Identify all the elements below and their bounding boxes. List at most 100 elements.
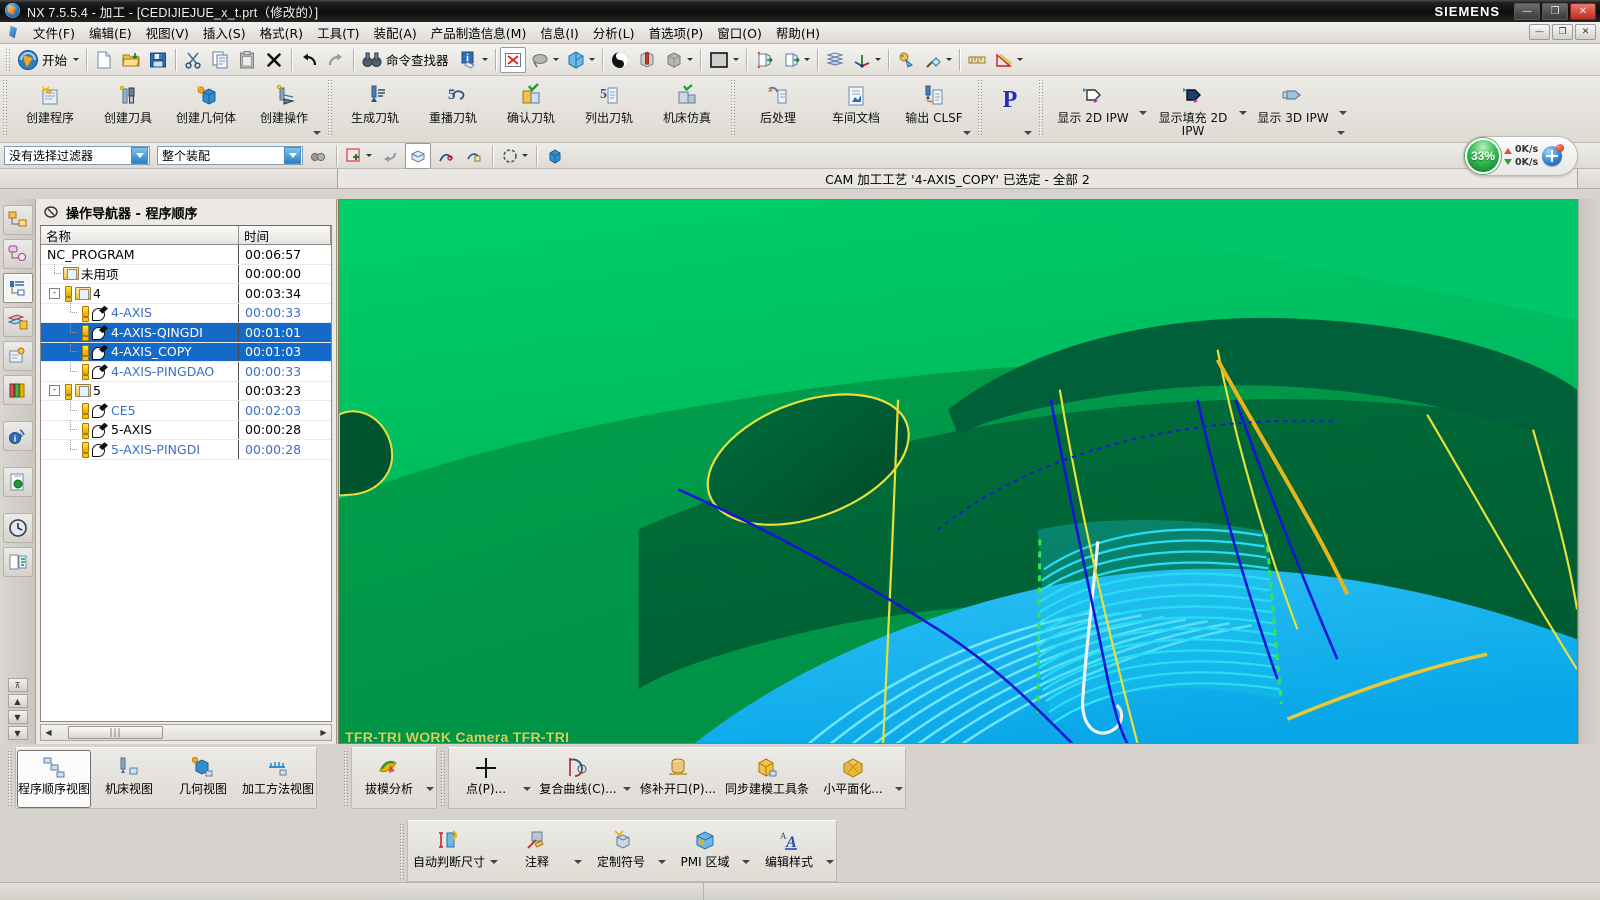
resource-html-help[interactable]	[2, 467, 33, 497]
start-menu-button[interactable]: 开始	[14, 47, 82, 73]
composite-curve-caret-icon[interactable]	[623, 787, 631, 791]
synchronous-modeling-button[interactable]: 同步建模工具条	[724, 750, 810, 808]
postprocess-button[interactable]: 后处理	[739, 78, 817, 136]
new-button[interactable]	[91, 47, 117, 73]
network-monitor-widget[interactable]: 33% 0K/s 0K/s	[1463, 136, 1578, 176]
table-row[interactable]: 4-AXIS 00:00:33	[41, 303, 331, 323]
measure-angle-button[interactable]	[991, 47, 1026, 73]
table-row[interactable]: -5 00:03:23	[41, 381, 331, 401]
scroll-left-arrow-icon[interactable]: ◀	[41, 725, 56, 740]
menu-view[interactable]: 视图(V)	[139, 20, 196, 45]
document-minimize-button[interactable]: —	[1529, 24, 1550, 40]
composite-curve-button[interactable]: 复合曲线(C)...	[534, 750, 622, 808]
program-order-view-button[interactable]: 程序顺序视图	[17, 750, 92, 808]
table-row[interactable]: 5-AXIS 00:00:28	[41, 420, 331, 440]
table-row[interactable]: -4 00:03:34	[41, 284, 331, 304]
faceting-caret-icon[interactable]	[895, 787, 904, 791]
document-close-button[interactable]: ✕	[1575, 24, 1596, 40]
machining-method-view-button[interactable]: 加工方法视图	[241, 750, 315, 808]
menu-pmi[interactable]: 产品制造信息(M)	[424, 20, 534, 45]
menu-tools[interactable]: 工具(T)	[310, 20, 366, 45]
pmi-region-caret-icon[interactable]	[742, 860, 750, 864]
layer-front-button[interactable]	[751, 47, 777, 73]
show-filled-2d-ipw-button[interactable]: 显示填充 2D IPW	[1147, 78, 1239, 138]
patch-opening-button[interactable]: 修补开口(P)...	[634, 750, 722, 808]
faceting-button[interactable]: 小平面化...	[812, 750, 894, 808]
create-operation-button[interactable]: 创建操作	[245, 78, 323, 136]
minimize-button[interactable]: —	[1514, 2, 1540, 20]
ipw-group-overflow-button[interactable]	[1337, 131, 1345, 135]
show-2d-ipw-button[interactable]: 显示 2D IPW	[1047, 78, 1139, 136]
face-rule-button[interactable]	[461, 143, 487, 169]
resource-history-clock[interactable]	[2, 513, 33, 543]
open-button[interactable]	[118, 47, 144, 73]
zoom-button[interactable]	[527, 47, 562, 73]
rotate-button[interactable]	[563, 47, 598, 73]
table-row[interactable]: 4-AXIS-PINGDAO 00:00:33	[41, 361, 331, 382]
fit-view-button[interactable]	[499, 46, 526, 73]
tree-node-name-cell[interactable]: 5-AXIS	[41, 420, 239, 439]
column-header-name[interactable]: 名称	[41, 226, 239, 244]
snap-point-button[interactable]	[405, 142, 431, 169]
resource-roles[interactable]	[2, 547, 33, 577]
add-feature-button[interactable]	[342, 143, 375, 169]
resource-history-palette[interactable]	[2, 375, 33, 405]
close-button[interactable]: ✕	[1570, 2, 1596, 20]
ribbon-grip-parallel[interactable]	[977, 79, 982, 137]
background-color-button[interactable]	[705, 47, 742, 73]
ribbon-grip-create[interactable]	[2, 79, 7, 137]
table-row[interactable]: 4-AXIS-QINGDI 00:01:01	[41, 322, 331, 343]
resource-web-browser[interactable]	[2, 341, 33, 371]
inferred-dimension-button[interactable]: 自动判断尺寸	[409, 823, 489, 881]
table-row[interactable]: CE5 00:02:03	[41, 400, 331, 421]
parallel-group-overflow-button[interactable]	[1024, 131, 1032, 135]
table-row[interactable]: 5-AXIS-PINGDI 00:00:28	[41, 439, 331, 460]
move-object-button[interactable]	[893, 47, 919, 73]
layer-settings-button[interactable]	[822, 47, 848, 73]
document-restore-button[interactable]: ❐	[1552, 24, 1573, 40]
scroll-bottom-button[interactable]: ▼	[7, 726, 28, 740]
tree-node-name-cell[interactable]: 4-AXIS-QINGDI	[41, 322, 239, 342]
wireframe-button[interactable]	[661, 47, 696, 73]
scrollbar-thumb[interactable]: |||	[68, 726, 163, 739]
tree-node-name-cell[interactable]: -5	[41, 381, 239, 400]
undo-button[interactable]	[296, 47, 322, 73]
ribbon-grip-output[interactable]	[730, 79, 735, 137]
inferred-dimension-caret-icon[interactable]	[490, 860, 498, 864]
custom-symbol-button[interactable]: 定制符号	[585, 823, 657, 881]
create-tool-button[interactable]: 创建刀具	[89, 78, 167, 136]
menu-analysis[interactable]: 分析(L)	[586, 20, 642, 45]
show-3d-ipw-button[interactable]: 显示 3D IPW	[1247, 78, 1339, 136]
machine-tool-view-button[interactable]: 机床视图	[93, 750, 165, 808]
pmi-toolbar-grip[interactable]	[399, 823, 404, 879]
wcs-button[interactable]	[849, 47, 884, 73]
table-row[interactable]: 4-AXIS_COPY 00:01:03	[41, 342, 331, 362]
resource-assembly-navigator[interactable]	[2, 205, 33, 235]
curve-rule-button[interactable]	[433, 143, 459, 169]
add-badge-icon[interactable]	[1542, 144, 1565, 166]
copy-button[interactable]	[207, 47, 233, 73]
selection-filter-combo[interactable]: 没有选择过滤器	[4, 146, 150, 165]
menu-edit[interactable]: 编辑(E)	[82, 20, 139, 45]
tree-node-name-cell[interactable]: 未用项	[41, 264, 239, 283]
tree-node-name-cell[interactable]: NC_PROGRAM	[41, 245, 239, 264]
selection-circle-button[interactable]	[498, 143, 531, 169]
view-toolbar-grip[interactable]	[7, 750, 12, 806]
scope-filter-combo[interactable]: 整个装配	[157, 146, 303, 165]
tree-expander-button[interactable]: -	[49, 287, 60, 299]
scroll-down-button[interactable]: ▼	[7, 710, 28, 724]
chevron-down-icon[interactable]	[131, 147, 148, 164]
draft-analysis-button[interactable]: 拔模分析	[353, 750, 425, 808]
redo-button[interactable]	[323, 47, 349, 73]
geometry-marker-button[interactable]	[920, 47, 955, 73]
note-button[interactable]: 注释	[501, 823, 573, 881]
resource-operation-navigator[interactable]	[2, 273, 33, 303]
menu-assemblies[interactable]: 装配(A)	[366, 20, 423, 45]
tree-expander-button[interactable]: -	[49, 385, 60, 397]
delete-button[interactable]	[261, 47, 287, 73]
resource-system-info[interactable]: i	[2, 421, 33, 451]
table-row[interactable]: NC_PROGRAM 00:06:57	[41, 245, 331, 265]
curve-toolbar-grip[interactable]	[440, 750, 445, 806]
solid-body-button[interactable]	[542, 143, 568, 169]
point-button[interactable]: 点(P)...	[450, 750, 522, 808]
